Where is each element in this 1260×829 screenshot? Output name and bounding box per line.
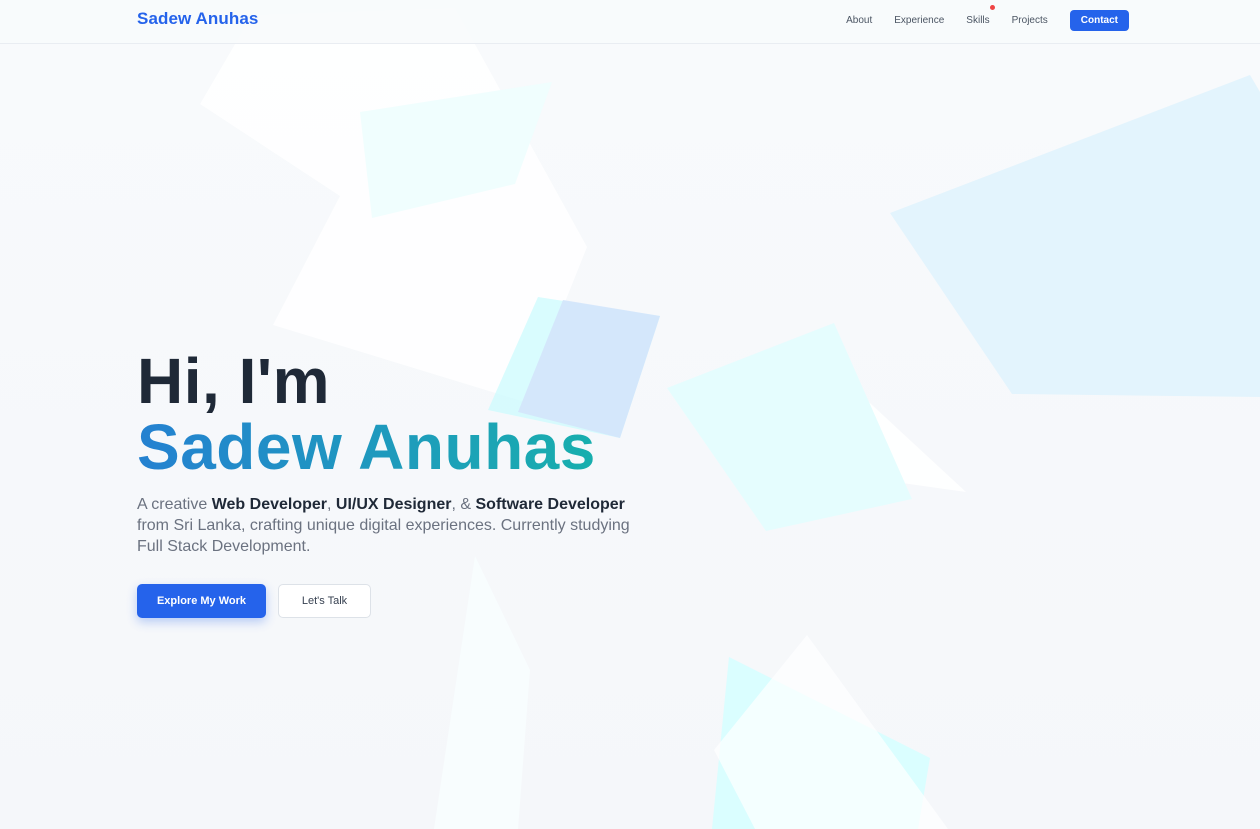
hero-desc-sep2: , & xyxy=(451,496,476,513)
nav-link-projects[interactable]: Projects xyxy=(1012,15,1048,26)
hero-greeting: Hi, I'm xyxy=(137,345,330,417)
hero-name: Sadew Anuhas xyxy=(137,414,697,480)
bg-shape-blue-right xyxy=(890,75,1260,397)
hero-description: A creative Web Developer, UI/UX Designer… xyxy=(137,494,657,557)
hero-desc-prefix: A creative xyxy=(137,496,212,513)
role-uiux-designer: UI/UX Designer xyxy=(335,496,452,513)
hero-section: Hi, I'm Sadew Anuhas A creative Web Deve… xyxy=(137,348,697,618)
explore-work-button[interactable]: Explore My Work xyxy=(137,584,266,618)
hero-desc-suffix: from Sri Lanka, crafting unique digital … xyxy=(137,517,630,555)
role-software-developer: Software Developer xyxy=(475,496,625,513)
nav-link-about[interactable]: About xyxy=(846,15,872,26)
hero-actions: Explore My Work Let's Talk xyxy=(137,584,697,618)
nav-links: About Experience Skills Projects Contact xyxy=(846,0,1129,40)
lets-talk-button[interactable]: Let's Talk xyxy=(278,584,371,618)
bg-shape-white-bottom-right xyxy=(714,635,948,829)
notification-dot xyxy=(989,4,995,10)
nav-link-experience[interactable]: Experience xyxy=(894,15,944,26)
nav-link-skills[interactable]: Skills xyxy=(966,4,995,26)
bg-shape-cyan-right xyxy=(667,323,912,531)
navbar: Sadew Anuhas About Experience Skills Pro… xyxy=(0,0,1260,44)
brand-logo[interactable]: Sadew Anuhas xyxy=(137,9,259,29)
hero-desc-sep1: , xyxy=(327,496,336,513)
nav-link-skills-label: Skills xyxy=(966,14,990,26)
contact-button[interactable]: Contact xyxy=(1069,9,1129,31)
role-web-developer: Web Developer xyxy=(211,496,327,513)
